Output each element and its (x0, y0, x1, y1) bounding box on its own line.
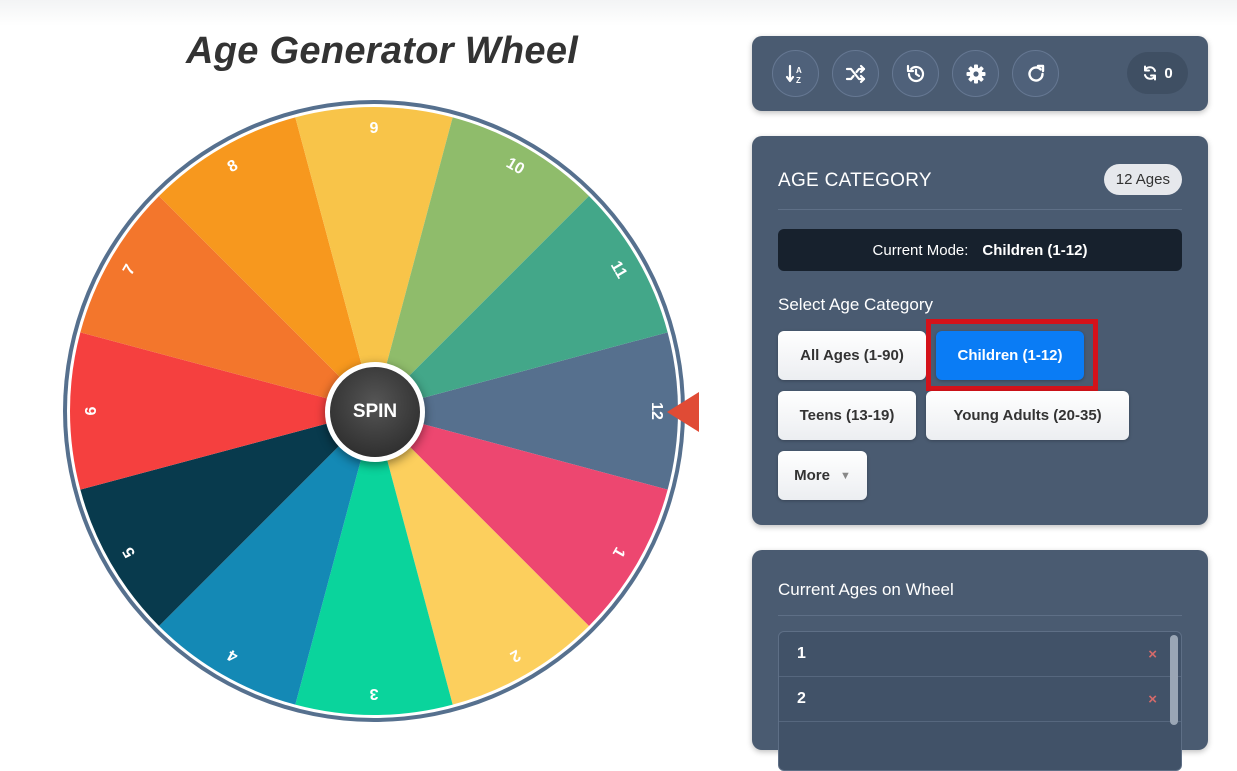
history-button[interactable] (892, 50, 939, 97)
toolbar-panel: A Z 0 (752, 36, 1208, 111)
mode-value: Children (1-12) (982, 241, 1088, 259)
settings-button[interactable] (952, 50, 999, 97)
current-ages-panel: Current Ages on Wheel 1 × 2 × (752, 550, 1208, 771)
page-title: Age Generator Wheel (186, 30, 579, 72)
sort-button[interactable]: A Z (772, 50, 819, 97)
age-category-panel: AGE CATEGORY 12 Ages Current Mode: Child… (752, 136, 1208, 525)
category-young-adults-button[interactable]: Young Adults (20-35) (926, 391, 1129, 440)
shuffle-button[interactable] (832, 50, 879, 97)
spin-counter: 0 (1127, 52, 1188, 94)
svg-text:Z: Z (796, 76, 801, 85)
mode-label: Current Mode: (872, 241, 969, 259)
category-teens-button[interactable]: Teens (13-19) (778, 391, 916, 440)
wheel-segment-label: 9 (370, 120, 379, 137)
divider (778, 615, 1182, 616)
spin-count-value: 0 (1164, 64, 1173, 82)
age-value: 2 (797, 690, 806, 707)
ages-list: 1 × 2 × (778, 631, 1182, 771)
more-label: More (794, 467, 830, 484)
select-category-label: Select Age Category (778, 295, 933, 314)
list-scrollbar[interactable] (1170, 635, 1178, 725)
category-all-ages-button[interactable]: All Ages (1-90) (778, 331, 926, 380)
wheel-segment-label: 3 (369, 685, 378, 702)
divider (778, 209, 1182, 210)
refresh-icon (1027, 64, 1044, 82)
section-heading: AGE CATEGORY (778, 170, 932, 191)
current-mode-bar: Current Mode: Children (1-12) (778, 229, 1182, 271)
wheel-segment-label: 6 (83, 406, 100, 415)
spin-button[interactable]: SPIN (325, 362, 425, 462)
more-categories-dropdown[interactable]: More ▼ (778, 451, 867, 500)
wheel-pointer (667, 392, 699, 432)
svg-text:A: A (796, 66, 802, 75)
age-value: 1 (797, 645, 806, 662)
shuffle-icon (845, 64, 865, 83)
remove-icon[interactable]: × (1148, 646, 1157, 663)
top-bar (0, 0, 1237, 26)
sort-icon: A Z (785, 64, 802, 85)
gear-icon (966, 64, 985, 83)
history-icon (906, 64, 924, 82)
list-item: 1 × (779, 632, 1181, 677)
category-children-button[interactable]: Children (1-12) (936, 331, 1084, 380)
age-count-badge: 12 Ages (1103, 164, 1182, 195)
ages-heading: Current Ages on Wheel (778, 580, 954, 599)
sync-icon (1144, 65, 1157, 81)
chevron-down-icon: ▼ (839, 469, 851, 482)
list-item: 2 × (779, 677, 1181, 722)
wheel-segment-label: 12 (648, 402, 665, 420)
remove-icon[interactable]: × (1148, 691, 1157, 708)
reset-button[interactable] (1012, 50, 1059, 97)
